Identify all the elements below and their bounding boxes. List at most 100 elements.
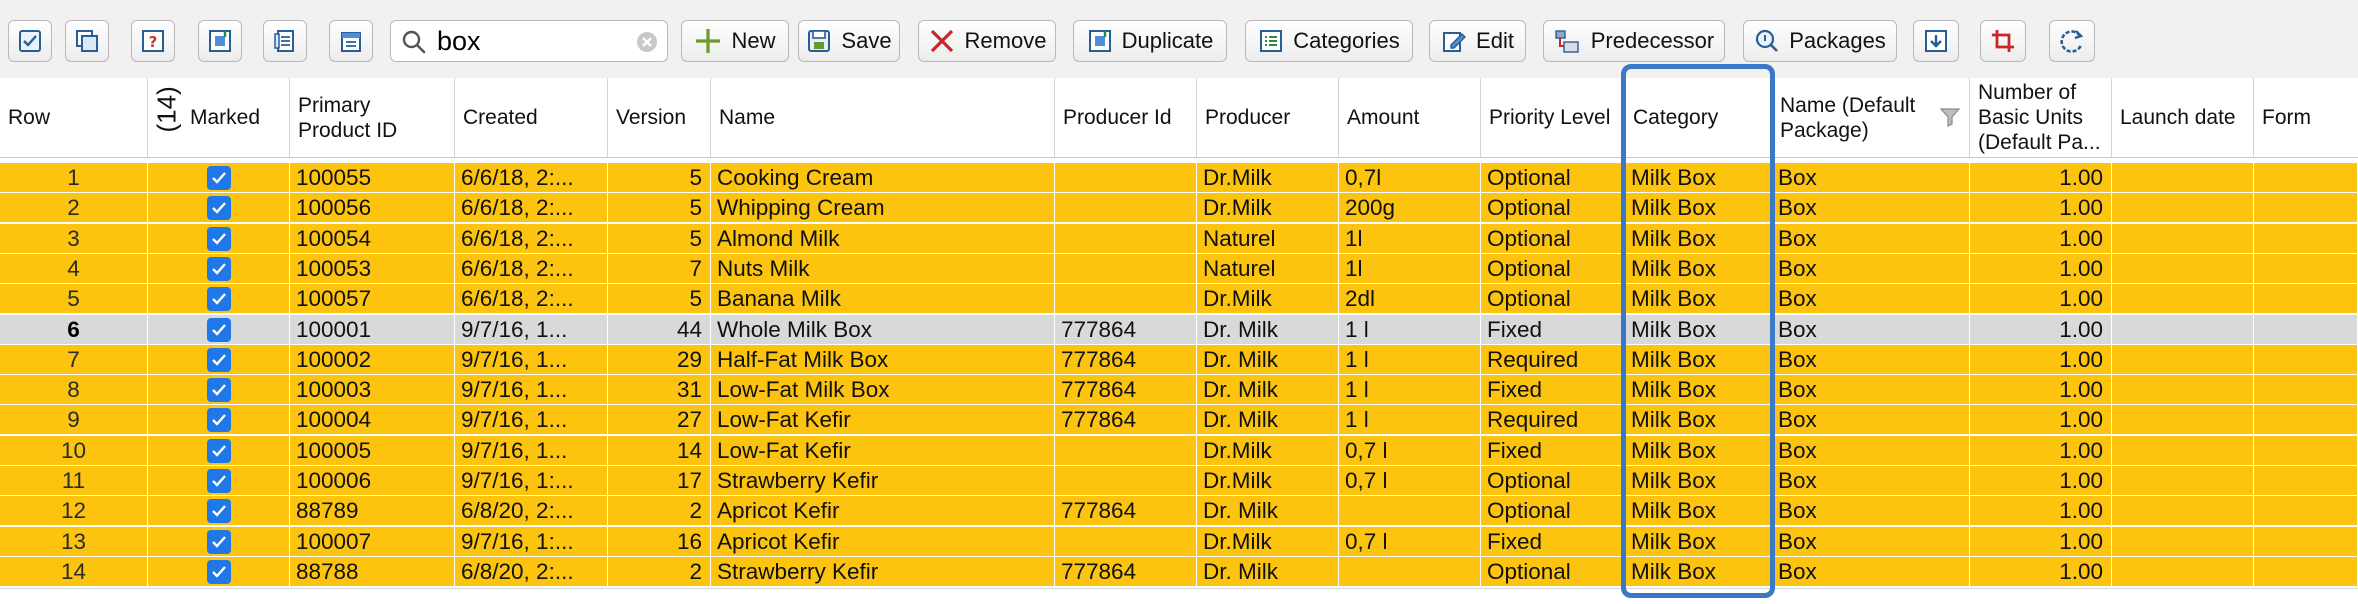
cell-form[interactable] [2254,193,2358,224]
cell-pid[interactable]: 100007 [290,526,455,557]
cell-category[interactable]: Milk Box [1625,375,1772,406]
cell-pid[interactable]: 100002 [290,344,455,375]
cell-row[interactable]: 6 [0,314,148,345]
marked-checkbox[interactable] [206,347,231,372]
cell-pkg[interactable]: Box [1772,375,1970,406]
cell-amount[interactable]: 1l [1339,223,1481,254]
cell-created[interactable]: 9/7/16, 1:... [455,526,608,557]
cell-category[interactable]: Milk Box [1625,163,1772,193]
cell-priority[interactable]: Fixed [1481,526,1625,557]
import-button[interactable] [198,20,242,62]
cell-units[interactable]: 1.00 [1970,405,2112,436]
table-row[interactable]: 2 100056 6/6/18, 2:... 5 Whipping Cream Dr.Mi… [0,193,2358,224]
column-header-row[interactable]: Row [0,78,148,158]
cell-amount[interactable]: 1 l [1339,314,1481,345]
cell-producer[interactable]: Dr. Milk [1197,405,1339,436]
cell-priority[interactable]: Optional [1481,193,1625,224]
marked-checkbox[interactable] [206,499,231,524]
cell-priority[interactable]: Required [1481,405,1625,436]
cell-version[interactable]: 2 [608,556,711,587]
cell-pid[interactable]: 88789 [290,496,455,527]
cell-units[interactable]: 1.00 [1970,344,2112,375]
cell-producer-id[interactable] [1055,223,1197,254]
cell-producer[interactable]: Dr.Milk [1197,466,1339,496]
cell-form[interactable] [2254,466,2358,496]
cell-created[interactable]: 6/6/18, 2:... [455,223,608,254]
table-row[interactable]: 3 100054 6/6/18, 2:... 5 Almond Milk Naturel 1… [0,223,2358,254]
table-row[interactable]: 7 100002 9/7/16, 1... 29 Half-Fat Milk Box 77… [0,344,2358,375]
cell-producer-id[interactable]: 777864 [1055,556,1197,587]
packages-button[interactable]: Packages [1743,20,1897,62]
check-list-button[interactable] [8,20,52,62]
cell-version[interactable]: 27 [608,405,711,436]
marked-checkbox-cell[interactable] [148,435,290,466]
column-header-created[interactable]: Created [455,78,608,158]
cell-launch[interactable] [2112,253,2254,284]
cell-name[interactable]: Cooking Cream [711,163,1055,193]
marked-checkbox-cell[interactable] [148,193,290,224]
cell-name[interactable]: Apricot Kefir [711,496,1055,527]
cell-pkg[interactable]: Box [1772,314,1970,345]
cell-row[interactable]: 2 [0,193,148,224]
cell-form[interactable] [2254,556,2358,587]
marked-checkbox[interactable] [206,226,231,251]
cell-amount[interactable]: 200g [1339,193,1481,224]
cell-pkg[interactable]: Box [1772,556,1970,587]
cell-pkg[interactable]: Box [1772,466,1970,496]
cell-version[interactable]: 5 [608,163,711,193]
table-row[interactable]: 13 100007 9/7/16, 1:... 16 Apricot Kefir Dr.M… [0,526,2358,557]
cell-units[interactable]: 1.00 [1970,314,2112,345]
cell-name[interactable]: Half-Fat Milk Box [711,344,1055,375]
cell-producer[interactable]: Dr. Milk [1197,375,1339,406]
cell-amount[interactable]: 1 l [1339,375,1481,406]
cell-name[interactable]: Low-Fat Kefir [711,405,1055,436]
column-header-form[interactable]: Form [2254,78,2358,158]
marked-checkbox-cell[interactable] [148,223,290,254]
cell-launch[interactable] [2112,405,2254,436]
cell-priority[interactable]: Optional [1481,284,1625,315]
cell-producer-id[interactable] [1055,193,1197,224]
cell-row[interactable]: 9 [0,405,148,436]
marked-checkbox-cell[interactable] [148,284,290,315]
column-header-priority-level[interactable]: Priority Level [1481,78,1625,158]
cell-row[interactable]: 8 [0,375,148,406]
predecessor-button[interactable]: Predecessor [1543,20,1725,62]
cell-name[interactable]: Strawberry Kefir [711,466,1055,496]
cell-version[interactable]: 5 [608,223,711,254]
cell-launch[interactable] [2112,314,2254,345]
cell-row[interactable]: 10 [0,435,148,466]
cell-name[interactable]: Nuts Milk [711,253,1055,284]
cell-units[interactable]: 1.00 [1970,375,2112,406]
cell-launch[interactable] [2112,284,2254,315]
cell-amount[interactable]: 0,7 l [1339,466,1481,496]
refresh-button[interactable] [2049,20,2095,62]
down-arrow-box-button[interactable] [1913,20,1959,62]
cell-priority[interactable]: Optional [1481,496,1625,527]
cell-version[interactable]: 5 [608,193,711,224]
cell-row[interactable]: 1 [0,163,148,193]
cell-version[interactable]: 5 [608,284,711,315]
new-button[interactable]: New [681,20,789,62]
table-row[interactable]: 4 100053 6/6/18, 2:... 7 Nuts Milk Naturel 1l O… [0,253,2358,284]
cell-amount[interactable]: 1l [1339,253,1481,284]
cell-amount[interactable]: 1 l [1339,344,1481,375]
marked-checkbox[interactable] [206,559,231,584]
cell-category[interactable]: Milk Box [1625,526,1772,557]
cell-units[interactable]: 1.00 [1970,193,2112,224]
cell-pid[interactable]: 100055 [290,163,455,193]
column-header-marked[interactable]: (14) Marked [148,78,290,158]
cell-row[interactable]: 4 [0,253,148,284]
cell-created[interactable]: 9/7/16, 1... [455,314,608,345]
cell-created[interactable]: 6/6/18, 2:... [455,253,608,284]
marked-checkbox-cell[interactable] [148,344,290,375]
cell-producer-id[interactable] [1055,284,1197,315]
cell-priority[interactable]: Optional [1481,253,1625,284]
cell-pkg[interactable]: Box [1772,405,1970,436]
marked-checkbox[interactable] [206,287,231,312]
cell-row[interactable]: 13 [0,526,148,557]
cell-row[interactable]: 12 [0,496,148,527]
cell-producer-id[interactable]: 777864 [1055,314,1197,345]
cell-created[interactable]: 6/6/18, 2:... [455,163,608,193]
cell-priority[interactable]: Optional [1481,223,1625,254]
table-row[interactable]: 11 100006 9/7/16, 1:... 17 Strawberry Kefir D… [0,466,2358,496]
